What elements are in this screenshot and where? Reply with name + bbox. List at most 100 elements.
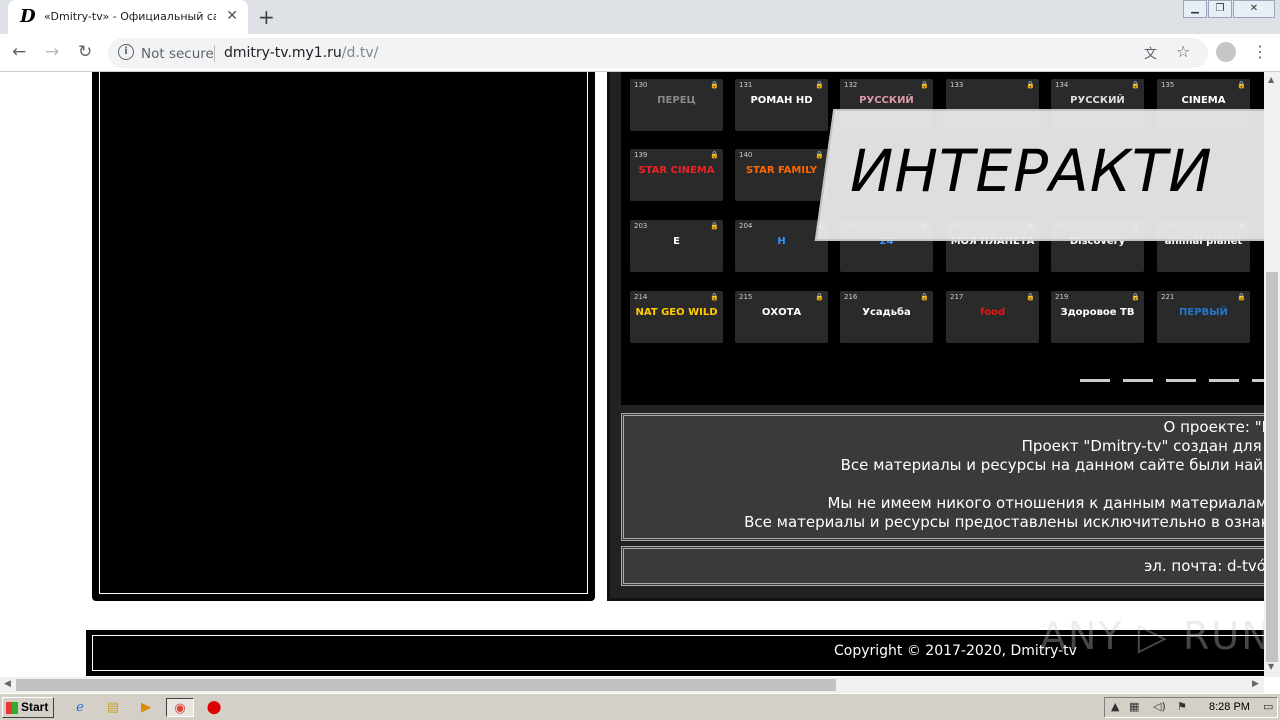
channel-tile[interactable]: 217 🔒 food bbox=[946, 291, 1039, 343]
menu-dots-icon[interactable]: ⋮ bbox=[1252, 42, 1268, 61]
url-host: dmitry-tv.my1.ru bbox=[224, 45, 342, 61]
close-tab-icon[interactable]: ✕ bbox=[226, 8, 238, 24]
profile-avatar-icon[interactable] bbox=[1216, 42, 1236, 62]
volume-icon[interactable]: ◁) bbox=[1153, 700, 1166, 713]
channel-logo: STAR FAMILY bbox=[745, 165, 818, 176]
url-path: /d.tv/ bbox=[341, 45, 379, 61]
windows-taskbar: Start ℯ ▤ ▶ ◉ ⬤ ▲ ▦ ◁) ⚑ 8:28 PM ▭ bbox=[0, 693, 1280, 720]
lock-icon: 🔒 bbox=[815, 151, 824, 159]
channel-number: 221 bbox=[1161, 293, 1175, 301]
channel-logo: CINEMA bbox=[1181, 95, 1226, 106]
lock-icon: 🔒 bbox=[1237, 293, 1246, 301]
carousel-dot[interactable] bbox=[1080, 379, 1110, 382]
channel-number: 204 bbox=[739, 222, 753, 230]
taskbar-clock[interactable]: 8:28 PM bbox=[1209, 701, 1250, 713]
channel-logo: H bbox=[777, 236, 786, 247]
url-text[interactable]: dmitry-tv.my1.ru/d.tv/ bbox=[224, 45, 378, 61]
channel-tile[interactable]: 130 🔒 ПЕРЕЦ bbox=[630, 79, 723, 131]
lock-icon: 🔒 bbox=[815, 81, 824, 89]
security-app-icon[interactable]: ⬤ bbox=[204, 698, 224, 717]
lock-icon: 🔒 bbox=[710, 81, 719, 89]
scroll-up-icon[interactable]: ▲ bbox=[1268, 75, 1274, 84]
channel-logo: E bbox=[673, 236, 680, 247]
channel-logo: Здоровое ТВ bbox=[1060, 307, 1135, 318]
restore-window-icon[interactable]: ❐ bbox=[1208, 0, 1232, 18]
lock-icon: 🔒 bbox=[1131, 293, 1140, 301]
left-panel-frame bbox=[99, 72, 588, 594]
system-tray: ▲ ▦ ◁) ⚑ 8:28 PM ▭ bbox=[1104, 697, 1278, 718]
horizontal-scroll-thumb[interactable] bbox=[16, 679, 836, 691]
action-center-flag-icon[interactable]: ⚑ bbox=[1177, 700, 1187, 713]
show-desktop-icon[interactable]: ▭ bbox=[1263, 700, 1273, 713]
windows-flag-icon bbox=[6, 702, 18, 714]
carousel-dot[interactable] bbox=[1166, 379, 1196, 382]
email-box: эл. почта: d-tvó@yand bbox=[621, 546, 1264, 586]
channel-tile[interactable]: 131 🔒 РОМАН HD bbox=[735, 79, 828, 131]
vertical-scroll-thumb[interactable] bbox=[1266, 272, 1278, 662]
reload-icon[interactable]: ↻ bbox=[78, 42, 92, 62]
scroll-right-icon[interactable]: ▶ bbox=[1252, 679, 1259, 689]
vertical-scrollbar[interactable]: ▲ ▼ bbox=[1264, 72, 1280, 677]
lock-icon: 🔒 bbox=[710, 222, 719, 230]
scroll-left-icon[interactable]: ◀ bbox=[4, 679, 11, 689]
internet-explorer-icon[interactable]: ℯ bbox=[70, 698, 90, 717]
omnibox-divider bbox=[214, 45, 215, 62]
channel-number: 217 bbox=[950, 293, 964, 301]
back-arrow-icon[interactable]: ← bbox=[12, 42, 26, 62]
chrome-icon[interactable]: ◉ bbox=[166, 698, 194, 717]
minimize-window-icon[interactable]: ▁ bbox=[1183, 0, 1207, 18]
channel-number: 132 bbox=[844, 81, 858, 89]
carousel-dot[interactable] bbox=[1123, 379, 1153, 382]
channel-logo: food bbox=[979, 307, 1006, 318]
scroll-down-icon[interactable]: ▼ bbox=[1268, 662, 1274, 671]
channel-tile[interactable]: 139 🔒 STAR CINEMA bbox=[630, 149, 723, 201]
channel-number: 215 bbox=[739, 293, 753, 301]
lock-icon: 🔒 bbox=[920, 81, 929, 89]
channel-tile[interactable]: 204🔒H bbox=[735, 220, 828, 272]
media-player-icon[interactable]: ▶ bbox=[136, 698, 156, 717]
new-tab-button[interactable]: + bbox=[258, 5, 275, 29]
channel-logo: NAT GEO WILD bbox=[635, 307, 718, 318]
browser-toolbar: ← → ↻ i Not secure dmitry-tv.my1.ru/d.tv… bbox=[0, 34, 1280, 72]
about-line: О проекте: "Dmitry- bbox=[1163, 418, 1264, 436]
channel-logo: STAR CINEMA bbox=[638, 165, 715, 176]
forward-arrow-icon[interactable]: → bbox=[45, 42, 59, 62]
email-text[interactable]: эл. почта: d-tvó@yand bbox=[1144, 557, 1264, 575]
channel-number: 140 bbox=[739, 151, 753, 159]
channel-logo: РУССКИЙ bbox=[859, 95, 914, 106]
browser-window: D «Dmitry-tv» - Официальный сайт ✕ + ▁ ❐… bbox=[0, 0, 1280, 720]
tab-title: «Dmitry-tv» - Официальный сайт bbox=[44, 10, 216, 23]
carousel-indicators[interactable] bbox=[1080, 367, 1264, 386]
info-icon[interactable]: i bbox=[118, 44, 134, 60]
close-window-icon[interactable]: ✕ bbox=[1233, 0, 1275, 18]
active-tab[interactable]: D «Dmitry-tv» - Официальный сайт ✕ bbox=[8, 0, 248, 34]
channel-number: 133 bbox=[950, 81, 964, 89]
bookmark-star-icon[interactable]: ☆ bbox=[1176, 42, 1190, 61]
channel-number: 134 bbox=[1055, 81, 1069, 89]
channel-number: 131 bbox=[739, 81, 753, 89]
channel-logo: Усадьба bbox=[862, 307, 911, 318]
channel-tile[interactable]: 203 🔒 E bbox=[630, 220, 723, 272]
channel-logo: ПЕРЕЦ bbox=[657, 95, 696, 106]
channel-tile[interactable]: 140 🔒 STAR FAMILY bbox=[735, 149, 828, 201]
channel-number: 203 bbox=[634, 222, 648, 230]
folder-icon[interactable]: ▤ bbox=[103, 698, 123, 717]
site-favicon-icon: D bbox=[20, 6, 36, 27]
horizontal-scrollbar[interactable]: ◀ ▶ bbox=[0, 677, 1264, 693]
channel-tile[interactable]: 214 🔒 NAT GEO WILD bbox=[630, 291, 723, 343]
channel-tile[interactable]: 221 🔒 ПЕРВЫЙ bbox=[1157, 291, 1250, 343]
right-content-panel: 130 🔒 ПЕРЕЦ 131 🔒 РОМАН HD 132 🔒 РУССКИЙ 133 🔒 134 🔒… bbox=[607, 72, 1264, 601]
carousel-dot[interactable] bbox=[1209, 379, 1239, 382]
lock-icon: 🔒 bbox=[1237, 81, 1246, 89]
start-button[interactable]: Start bbox=[2, 697, 54, 718]
channel-tile[interactable]: 215 🔒 ОХОТА bbox=[735, 291, 828, 343]
translate-icon[interactable]: 文 bbox=[1144, 43, 1157, 62]
carousel-dot[interactable] bbox=[1252, 379, 1264, 382]
security-label[interactable]: Not secure bbox=[141, 46, 214, 62]
channel-tile[interactable]: 219 🔒 Здоровое ТВ bbox=[1051, 291, 1144, 343]
channel-tile[interactable]: 216 🔒 Усадьба bbox=[840, 291, 933, 343]
network-icon[interactable]: ▦ bbox=[1129, 700, 1139, 713]
about-line: Все материалы и ресурсы на данном сайте … bbox=[840, 456, 1264, 474]
address-bar[interactable]: i Not secure dmitry-tv.my1.ru/d.tv/ 文 ☆ bbox=[108, 38, 1208, 68]
tray-expand-icon[interactable]: ▲ bbox=[1111, 700, 1119, 713]
